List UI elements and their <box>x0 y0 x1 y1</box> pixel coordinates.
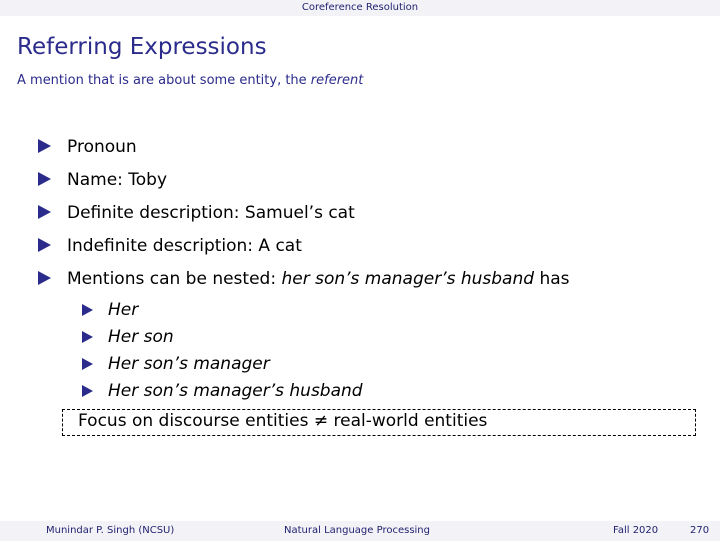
sub-bullet-item: Her <box>82 300 138 320</box>
sub-bullet-text: Her son’s manager’s husband <box>108 381 363 401</box>
bullet-text: Pronoun <box>67 137 137 157</box>
sub-bullet-text: Her son <box>108 327 174 347</box>
footer-course: Natural Language Processing <box>284 525 430 536</box>
slide-title: Referring Expressions <box>17 34 267 60</box>
triangle-bullet-icon <box>38 238 51 252</box>
focus-text: Focus on discourse entities ≠ real-world… <box>78 411 488 431</box>
subtitle-emphasis: referent <box>310 73 364 88</box>
triangle-bullet-icon <box>38 139 51 153</box>
triangle-bullet-icon <box>82 358 93 370</box>
footer-term: Fall 2020 <box>613 525 659 536</box>
bullet-text: Definite description: Samuel’s cat <box>67 203 355 223</box>
sub-bullet-item: Her son’s manager <box>82 354 270 374</box>
sub-bullet-text: Her <box>108 300 139 320</box>
bullet-text-suffix: has <box>534 269 570 289</box>
bullet-emphasis: her son’s manager’s husband <box>281 269 535 289</box>
bullet-text: Indefinite description: A cat <box>67 236 302 256</box>
sub-bullet-text: Her son’s manager <box>108 354 270 374</box>
footer-page-number: 270 <box>690 525 710 536</box>
footer-bar: Munindar P. Singh (NCSU) Natural Languag… <box>0 521 720 541</box>
triangle-bullet-icon <box>38 271 51 285</box>
bullet-item-definite: Definite description: Samuel’s cat <box>38 203 355 223</box>
section-title: Coreference Resolution <box>301 2 419 13</box>
subtitle-text: A mention that is are about some entity,… <box>17 73 311 88</box>
bullet-item-indefinite: Indefinite description: A cat <box>38 236 302 256</box>
triangle-bullet-icon <box>38 172 51 186</box>
triangle-bullet-icon <box>38 205 51 219</box>
triangle-bullet-icon <box>82 385 93 397</box>
bullet-text: Mentions can be nested: <box>67 269 282 289</box>
bullet-text: Name: Toby <box>67 170 168 190</box>
footer-author: Munindar P. Singh (NCSU) <box>46 525 175 536</box>
bullet-item-name: Name: Toby <box>38 170 167 190</box>
triangle-bullet-icon <box>82 331 93 343</box>
triangle-bullet-icon <box>82 304 93 316</box>
header-bar: Coreference Resolution <box>0 0 720 16</box>
bullet-item-pronoun: Pronoun <box>38 137 137 157</box>
sub-bullet-item: Her son’s manager’s husband <box>82 381 363 401</box>
bullet-item-nested: Mentions can be nested: her son’s manage… <box>38 269 570 289</box>
sub-bullet-item: Her son <box>82 327 174 347</box>
slide-subtitle: A mention that is are about some entity,… <box>17 73 363 88</box>
